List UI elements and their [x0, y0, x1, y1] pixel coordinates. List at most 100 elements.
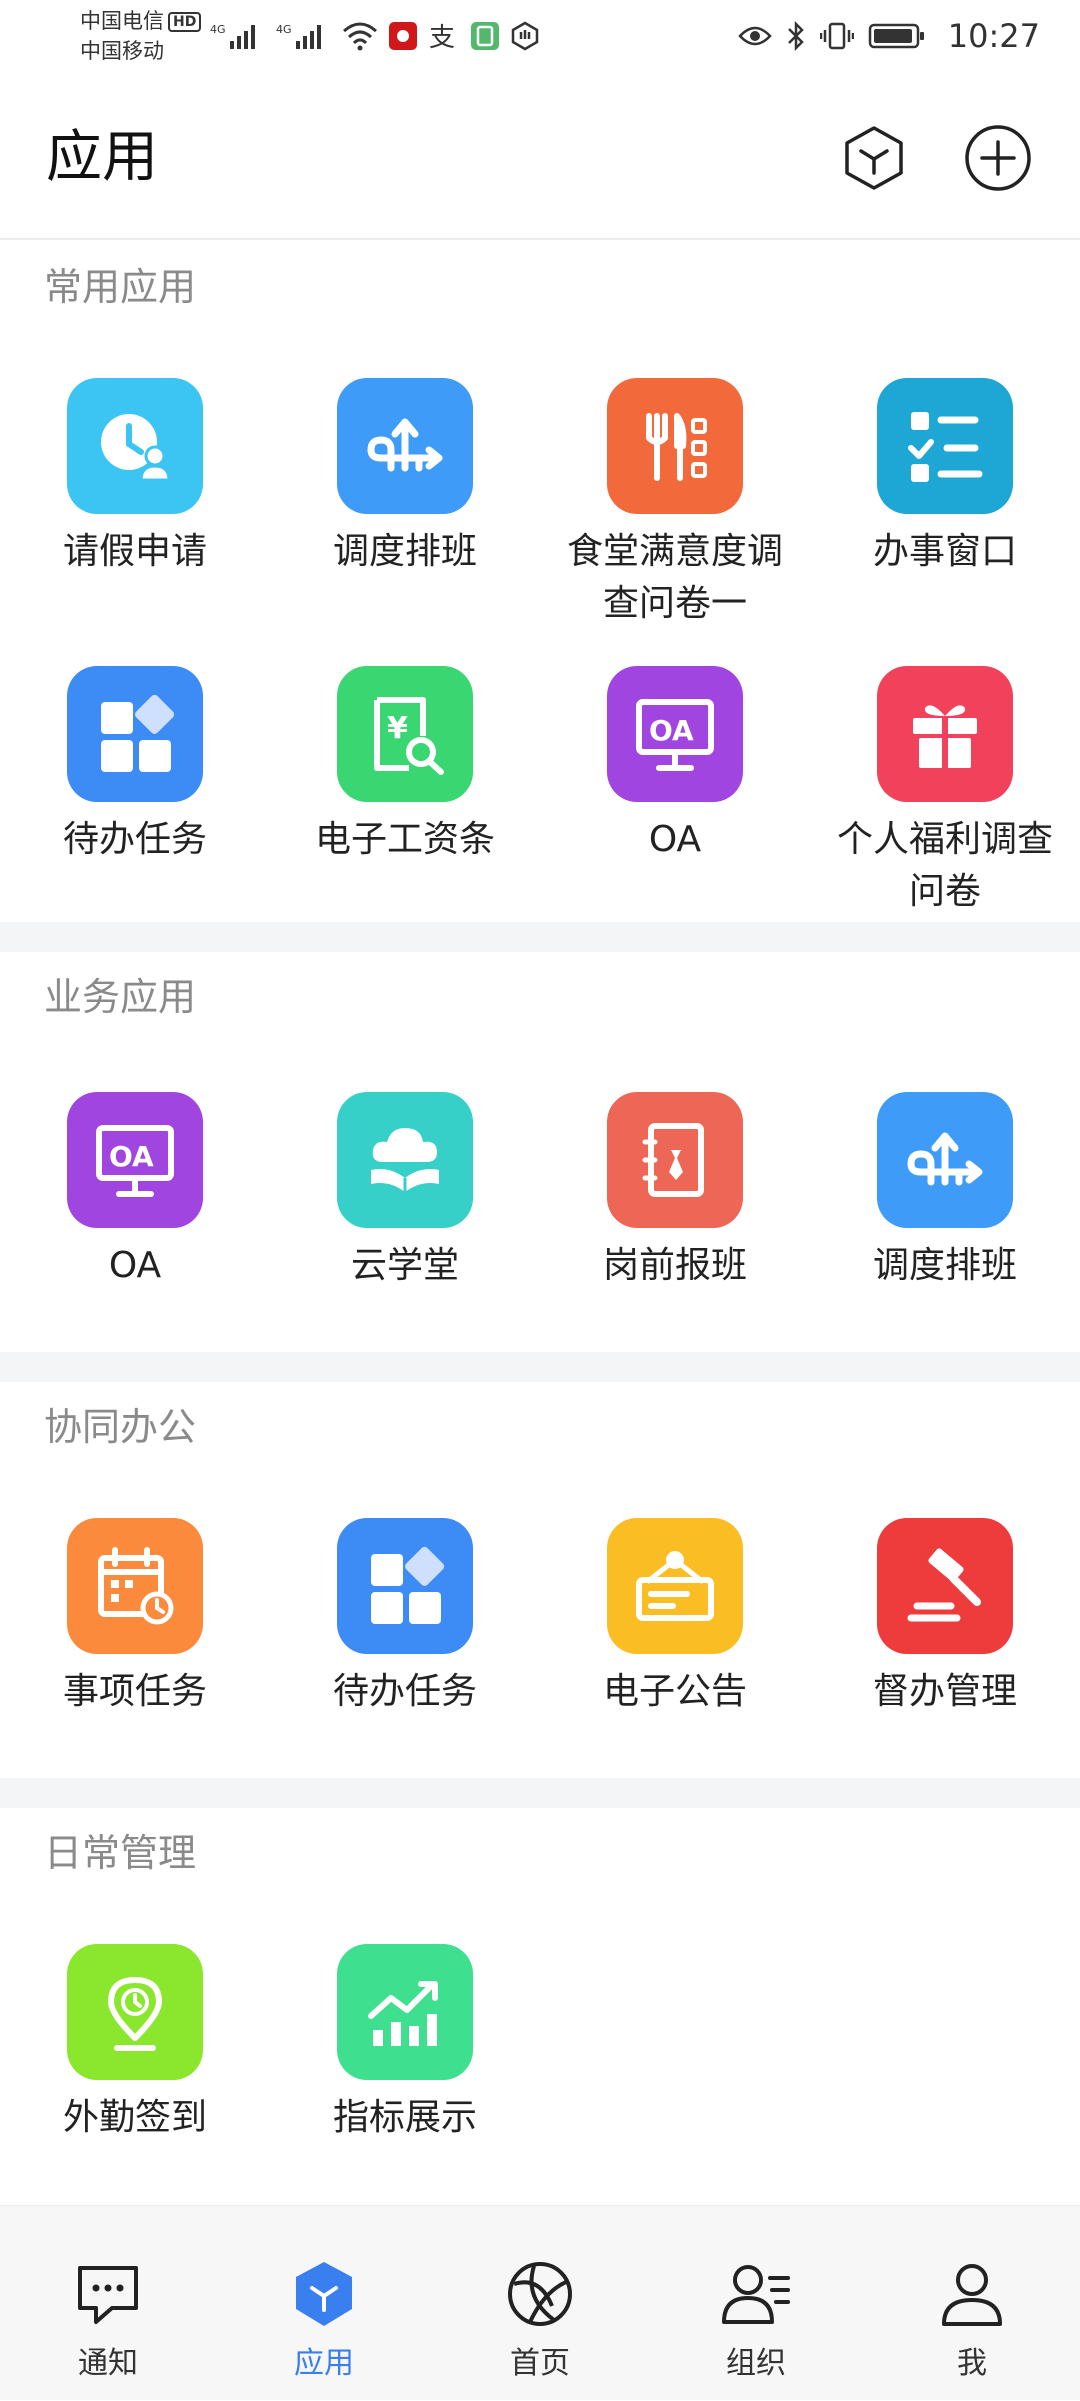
nav-label: 我 [957, 2346, 987, 2381]
app-item-tasks[interactable]: 事项任务 [0, 1518, 270, 1718]
status-right: 10:27 [738, 14, 1040, 58]
sim-app-icon [471, 22, 499, 50]
tab-notifications[interactable]: 通知 [0, 2206, 216, 2401]
app-label: 事项任务 [62, 1671, 207, 1712]
svg-text:OA: OA [109, 1140, 154, 1173]
clock-person-icon [67, 378, 203, 514]
calendar-clock-icon [67, 1518, 203, 1654]
app-cloud-academy[interactable]: 云学堂 [270, 1092, 540, 1292]
section-common-apps: 常用应用 请假申请 调度排班 食堂满意度调查问卷一 办事窗口 待办任务 ¥ 电子… [0, 242, 1080, 922]
app-e-payslip[interactable]: ¥ 电子工资条 [270, 666, 540, 866]
app-pre-shift-report[interactable]: 岗前报班 [540, 1092, 810, 1292]
add-button[interactable] [962, 122, 1034, 194]
badge-card-icon [607, 1092, 743, 1228]
app-label: OA [108, 1245, 162, 1286]
globe-ball-icon [508, 2262, 572, 2326]
plus-circle-icon [965, 125, 1031, 191]
location-clock-icon [67, 1944, 203, 2080]
app-field-checkin[interactable]: 外勤签到 [0, 1944, 270, 2144]
tab-organization[interactable]: 组织 [648, 2206, 864, 2401]
app-label: 督办管理 [872, 1671, 1017, 1712]
section-business-apps: 业务应用 OA OA 云学堂 岗前报班 调度排班 [0, 952, 1080, 1352]
app-label: 待办任务 [62, 819, 207, 860]
bottom-navigation: 通知 应用 首页 组织 我 [0, 2205, 1080, 2400]
org-user-list-icon [722, 2265, 790, 2324]
section-daily-management: 日常管理 外勤签到 指标展示 [0, 1808, 1080, 2205]
tab-me[interactable]: 我 [864, 2206, 1080, 2401]
svg-text:¥: ¥ [387, 711, 408, 746]
app-label: 云学堂 [350, 1245, 459, 1286]
app-todo-tasks[interactable]: 待办任务 [270, 1518, 540, 1718]
tab-home[interactable]: 首页 [432, 2206, 648, 2401]
app-dispatch-schedule[interactable]: 调度排班 [270, 378, 540, 578]
fork-knife-list-icon [607, 378, 743, 514]
cloud-book-icon [337, 1092, 473, 1228]
nav-label: 组织 [726, 2346, 786, 2381]
app-oa[interactable]: OA OA [0, 1092, 270, 1292]
app-todo-tasks[interactable]: 待办任务 [0, 666, 270, 866]
carrier-primary: 中国电信 [80, 9, 164, 33]
app-label: 待办任务 [332, 1671, 477, 1712]
app-oa[interactable]: OA OA [540, 666, 810, 866]
app-supervision[interactable]: 督办管理 [810, 1518, 1080, 1718]
alipay-icon: 支 [429, 23, 455, 51]
grid-diamond-icon [67, 666, 203, 802]
section-divider [0, 1352, 1080, 1382]
app-label: 个人福利调查问卷 [836, 819, 1053, 912]
section-divider [0, 1778, 1080, 1808]
page-title: 应用 [46, 125, 158, 190]
oa-monitor-icon: OA [607, 666, 743, 802]
app-label: 食堂满意度调查问卷一 [566, 531, 783, 624]
app-canteen-survey[interactable]: 食堂满意度调查问卷一 [540, 378, 810, 630]
user-icon [942, 2264, 1002, 2326]
section-collaboration: 协同办公 事项任务 待办任务 电子公告 督办管理 [0, 1382, 1080, 1778]
app-label: OA [648, 819, 702, 860]
chat-bubble-icon [78, 2266, 138, 2324]
section-title: 业务应用 [44, 975, 197, 1019]
status-left-icons: 4G 4G 支 [210, 16, 540, 56]
app-header: 应用 [0, 80, 1080, 240]
oa-monitor-icon: OA [67, 1092, 203, 1228]
record-app-icon [389, 22, 417, 50]
status-bar: 中国电信 HD 中国移动 4G 4G 支 10:27 [0, 0, 1080, 80]
salary-search-icon: ¥ [337, 666, 473, 802]
app-e-notice[interactable]: 电子公告 [540, 1518, 810, 1718]
section-title: 常用应用 [44, 265, 197, 309]
vibrate-icon [819, 22, 854, 50]
svg-text:支: 支 [429, 23, 455, 51]
checklist-icon [877, 378, 1013, 514]
app-label: 电子工资条 [314, 819, 495, 860]
app-dispatch-schedule[interactable]: 调度排班 [810, 1092, 1080, 1292]
mini-program-button[interactable] [838, 122, 910, 194]
section-divider [0, 922, 1080, 952]
section-title: 协同办公 [44, 1405, 197, 1449]
app-service-window[interactable]: 办事窗口 [810, 378, 1080, 578]
svg-text:4G: 4G [210, 23, 226, 36]
hand-shield-icon [511, 21, 539, 51]
route-arrows-icon [877, 1092, 1013, 1228]
app-label: 指标展示 [332, 2097, 477, 2138]
notice-board-icon [607, 1518, 743, 1654]
chart-trend-icon [337, 1944, 473, 2080]
cube-icon [845, 126, 903, 190]
svg-text:4G: 4G [276, 23, 292, 36]
app-indicator-display[interactable]: 指标展示 [270, 1944, 540, 2144]
gift-icon [877, 666, 1013, 802]
app-label: 电子公告 [602, 1671, 747, 1712]
app-label: 请假申请 [62, 531, 207, 572]
tab-apps[interactable]: 应用 [216, 2206, 432, 2401]
wifi-icon [343, 22, 377, 51]
gavel-icon [877, 1518, 1013, 1654]
nav-label: 应用 [294, 2346, 354, 2381]
app-welfare-survey[interactable]: 个人福利调查问卷 [810, 666, 1080, 918]
svg-text:OA: OA [649, 714, 694, 747]
app-label: 外勤签到 [62, 2097, 207, 2138]
app-label: 岗前报班 [602, 1245, 747, 1286]
battery-icon [868, 23, 924, 49]
grid-diamond-icon [337, 1518, 473, 1654]
app-leave-request[interactable]: 请假申请 [0, 378, 270, 578]
section-title: 日常管理 [44, 1831, 197, 1875]
hd-badge: HD [168, 12, 202, 32]
nav-label: 通知 [78, 2346, 138, 2381]
carrier-secondary: 中国移动 [80, 39, 164, 63]
